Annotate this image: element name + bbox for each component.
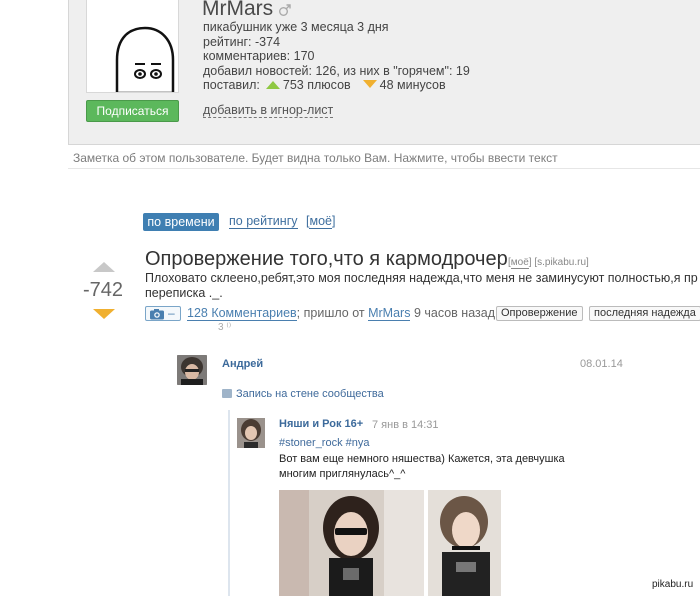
- subscribe-button[interactable]: Подписаться: [86, 100, 179, 122]
- camera-icon: [150, 309, 164, 320]
- stat-votes: поставил: 753 плюсов 48 минусов: [203, 78, 470, 93]
- ignore-list-link[interactable]: добавить в игнор-лист: [203, 103, 334, 118]
- minus-arrow-icon: [362, 80, 377, 89]
- group-post-text-line: Вот вам еще немного няшества) Кажется, э…: [279, 453, 565, 465]
- post-text: Плоховато склеено,ребят,это моя последня…: [145, 271, 700, 301]
- avatar-image: [115, 26, 175, 92]
- post-photo: [428, 490, 501, 596]
- wall-post-icon: [222, 389, 232, 398]
- sort-by-time-tab[interactable]: по времени: [143, 213, 219, 231]
- commenter-photo: [177, 355, 207, 385]
- divider: [68, 168, 700, 169]
- photo-collapse-dash: –: [168, 306, 175, 320]
- sort-by-rating-tab[interactable]: по рейтингу: [229, 214, 298, 229]
- plus-arrow-icon: [265, 81, 280, 90]
- posted-time: 9 часов назад: [413, 306, 495, 320]
- downvote-arrow-icon[interactable]: [93, 309, 115, 319]
- user-avatar: [86, 0, 179, 93]
- commenter-avatar: [177, 355, 207, 385]
- post-source: [s.pikabu.ru]: [534, 257, 589, 268]
- stat-pluses: 753 плюсов: [282, 78, 351, 93]
- user-note-field[interactable]: Заметка об этом пользователе. Будет видн…: [73, 151, 558, 165]
- stat-news: добавил новостей: 126, из них в "горячем…: [203, 63, 470, 78]
- post-tag[interactable]: последняя надежда: [589, 306, 700, 321]
- male-gender-icon: [279, 4, 291, 16]
- group-post-text-line: многим приглянулась^_^: [279, 468, 406, 480]
- post-meta: 128 Комментариев; пришло от MrMars 9 час…: [187, 306, 495, 321]
- post-score: -742: [83, 279, 124, 301]
- profile-stats: пикабушник уже 3 месяца 3 дня рейтинг: -…: [203, 20, 470, 93]
- stat-minuses: 48 минусов: [379, 78, 446, 93]
- stat-comments: комментариев: 170: [203, 49, 315, 64]
- post-title[interactable]: Опровержение того,что я кармодрочер: [145, 248, 508, 271]
- group-post-hashtags: #stoner_rock #nya: [279, 437, 370, 449]
- girl-photo-1: [279, 490, 424, 596]
- post-title-meta: [моё] [s.pikabu.ru]: [508, 257, 589, 269]
- group-name: Няши и Рок 16+: [279, 418, 364, 430]
- post-text-line: Плоховато склеено,ребят,это моя последня…: [145, 271, 698, 285]
- profile-username: MrMars: [202, 0, 274, 20]
- sort-mine-label: моё: [309, 214, 332, 229]
- sort-mine-tab[interactable]: [моё]: [306, 214, 335, 229]
- group-post-text: Вот вам еще немного няшества) Кажется, э…: [279, 452, 579, 482]
- upvote-arrow-icon[interactable]: [93, 262, 115, 272]
- group-post-date: 7 янв в 14:31: [372, 419, 439, 431]
- post-tag[interactable]: Опровержение: [496, 306, 583, 321]
- commenter-name: Андрей: [222, 358, 264, 370]
- stat-votes-label: поставил:: [203, 78, 260, 93]
- post-text-line: переписка ._.: [145, 286, 223, 300]
- wall-post-label: Запись на стене сообщества: [222, 388, 384, 400]
- stat-rating: рейтинг: -374: [203, 34, 281, 49]
- post-mine-link[interactable]: моё: [510, 257, 529, 269]
- watermark: pikabu.ru: [650, 579, 696, 590]
- comment-date: 08.01.14: [580, 358, 623, 370]
- group-avatar: [237, 418, 265, 448]
- author-link[interactable]: MrMars: [368, 306, 411, 321]
- wall-post-text: Запись на стене сообщества: [236, 388, 384, 400]
- group-photo: [237, 418, 265, 448]
- repost-divider: [228, 410, 230, 596]
- photo-toggle-button[interactable]: –: [145, 306, 181, 321]
- comments-link[interactable]: 128 Комментариев: [187, 306, 297, 321]
- stat-member-for: пикабушник уже 3 месяца 3 дня: [203, 20, 389, 34]
- posted-from-label: ; пришло от: [296, 306, 365, 320]
- screenshot-cut-text: 3 ⁽⁾: [218, 322, 232, 333]
- girl-photo-2: [428, 490, 501, 596]
- post-photo: [279, 490, 424, 596]
